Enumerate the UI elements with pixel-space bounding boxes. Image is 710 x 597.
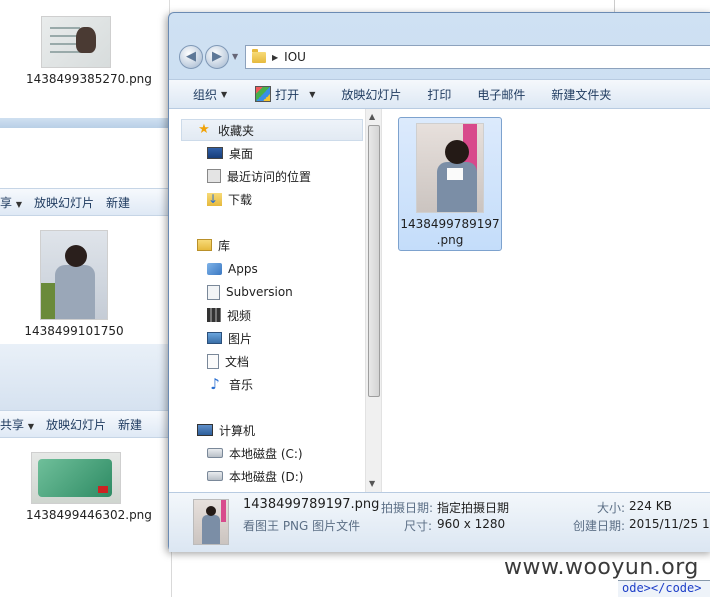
recent-locations-dropdown[interactable]: ▼ bbox=[232, 52, 238, 61]
nav-apps[interactable]: Apps bbox=[207, 258, 258, 280]
new-folder-button[interactable]: 新建文件夹 bbox=[547, 82, 615, 106]
scrollbar-thumb[interactable] bbox=[368, 125, 380, 397]
dimensions-label: 尺寸: bbox=[404, 519, 433, 533]
nav-documents[interactable]: 文档 bbox=[207, 350, 249, 372]
file-extension: .png bbox=[436, 233, 464, 247]
arrow-right-icon: ▶ bbox=[212, 49, 222, 64]
file-name: 1438499446302.png bbox=[26, 508, 152, 522]
file-name: 1438499789197 bbox=[400, 217, 500, 231]
details-filetype: 看图王 PNG 图片文件 bbox=[243, 519, 361, 533]
drive-icon bbox=[207, 448, 223, 458]
open-button[interactable]: 打开 ▼ bbox=[251, 82, 319, 106]
chevron-down-icon: ▼ bbox=[221, 89, 228, 99]
pictures-icon bbox=[207, 332, 222, 344]
arrow-left-icon: ◀ bbox=[186, 49, 196, 64]
star-icon: ★ bbox=[198, 122, 210, 137]
background-file-thumbnail-2[interactable]: 1438499101750 bbox=[24, 230, 124, 339]
address-bar[interactable]: ▶ IOU bbox=[245, 45, 710, 69]
chevron-down-icon: ▼ bbox=[309, 89, 316, 99]
download-folder-icon bbox=[207, 191, 222, 207]
slideshow-button[interactable]: 放映幻灯片 bbox=[46, 416, 106, 433]
background-window-body bbox=[0, 128, 172, 188]
file-thumbnail bbox=[416, 123, 484, 213]
document-icon bbox=[207, 353, 219, 369]
music-note-icon: ♪ bbox=[210, 375, 220, 393]
slideshow-button[interactable]: 放映幻灯片 bbox=[34, 194, 94, 211]
details-pane: 1438499789197.png 看图王 PNG 图片文件 拍摄日期: 指定拍… bbox=[169, 492, 710, 552]
dimensions-value: 960 x 1280 bbox=[437, 517, 506, 531]
email-button[interactable]: 电子邮件 bbox=[473, 82, 529, 106]
scroll-up-icon[interactable]: ▲ bbox=[369, 112, 375, 121]
share-button[interactable]: 共享 ▼ bbox=[0, 416, 34, 433]
code-snippet: ode></code> bbox=[618, 580, 710, 597]
video-icon bbox=[207, 308, 221, 322]
computer-icon bbox=[197, 424, 213, 436]
background-file-thumbnail-3[interactable]: 1438499446302.png bbox=[26, 452, 152, 523]
apps-library-icon bbox=[207, 263, 222, 275]
navigation-pane: ★ 收藏夹 桌面 最近访问的位置 下载 库 Apps bbox=[169, 109, 365, 492]
library-icon bbox=[197, 239, 212, 251]
organize-button[interactable]: 组织 ▼ bbox=[189, 82, 231, 106]
nav-libraries[interactable]: 库 bbox=[197, 234, 230, 256]
nav-disk-c[interactable]: 本地磁盘 (C:) bbox=[207, 442, 303, 464]
new-button[interactable]: 新建 bbox=[118, 416, 142, 433]
desktop-icon bbox=[207, 147, 223, 159]
print-button[interactable]: 打印 bbox=[423, 82, 455, 106]
share-button[interactable]: 享 ▼ bbox=[0, 194, 22, 211]
file-list-pane[interactable]: 1438499789197 .png bbox=[382, 109, 710, 492]
nav-disk-d[interactable]: 本地磁盘 (D:) bbox=[207, 465, 303, 487]
date-taken-label: 拍摄日期: bbox=[381, 501, 434, 515]
watermark: www.wooyun.org bbox=[504, 555, 699, 580]
navigation-scrollbar[interactable]: ▲ ▼ bbox=[365, 109, 382, 492]
bank-card-image bbox=[31, 452, 121, 504]
forward-button[interactable]: ▶ bbox=[205, 45, 229, 69]
details-filename: 1438499789197.png bbox=[243, 497, 380, 512]
nav-computer[interactable]: 计算机 bbox=[197, 419, 255, 441]
background-toolbar-2: 享 ▼ 放映幻灯片 新建 bbox=[0, 188, 172, 216]
nav-videos[interactable]: 视频 bbox=[207, 304, 251, 326]
nav-favorites[interactable]: ★ 收藏夹 bbox=[181, 119, 363, 141]
new-button[interactable]: 新建 bbox=[106, 194, 130, 211]
file-name: 1438499101750 bbox=[24, 324, 124, 338]
address-row: ◀ ▶ ▼ ▶ IOU bbox=[177, 43, 710, 71]
drive-icon bbox=[207, 471, 223, 481]
breadcrumb-separator-icon[interactable]: ▶ bbox=[272, 53, 278, 62]
background-window-divider bbox=[0, 118, 172, 128]
id-card-image bbox=[41, 16, 111, 68]
slideshow-button[interactable]: 放映幻灯片 bbox=[337, 82, 405, 106]
nav-desktop[interactable]: 桌面 bbox=[207, 142, 253, 164]
command-bar: 组织 ▼ 打开 ▼ 放映幻灯片 打印 电子邮件 新建文件夹 bbox=[169, 79, 710, 109]
folder-icon bbox=[252, 48, 266, 63]
back-button[interactable]: ◀ bbox=[179, 45, 203, 69]
document-library-icon bbox=[207, 284, 220, 300]
date-taken-value[interactable]: 指定拍摄日期 bbox=[437, 499, 509, 516]
file-item-selected[interactable]: 1438499789197 .png bbox=[398, 117, 502, 251]
breadcrumb-item[interactable]: IOU bbox=[284, 50, 306, 64]
nav-recent-places[interactable]: 最近访问的位置 bbox=[207, 165, 311, 187]
explorer-window: ◀ ▶ ▼ ▶ IOU 组织 ▼ 打开 ▼ 放映幻灯片 打印 电子邮件 新建文件夹 … bbox=[168, 12, 710, 552]
window-body: ★ 收藏夹 桌面 最近访问的位置 下载 库 Apps bbox=[169, 109, 710, 492]
nav-subversion[interactable]: Subversion bbox=[207, 281, 293, 303]
app-icon bbox=[255, 86, 272, 102]
scroll-down-icon[interactable]: ▼ bbox=[369, 479, 375, 488]
size-label: 大小: bbox=[597, 501, 626, 515]
nav-downloads[interactable]: 下载 bbox=[207, 188, 252, 210]
created-label: 创建日期: bbox=[573, 519, 626, 533]
created-value: 2015/11/25 18 bbox=[629, 517, 710, 531]
nav-music[interactable]: ♪ 音乐 bbox=[207, 373, 253, 395]
recent-places-icon bbox=[207, 169, 221, 183]
nav-pictures[interactable]: 图片 bbox=[207, 327, 252, 349]
photo-image bbox=[40, 230, 108, 320]
file-name: 1438499385270.png bbox=[26, 72, 152, 86]
background-window-divider-2 bbox=[0, 344, 172, 410]
details-thumbnail bbox=[193, 499, 229, 545]
background-toolbar-3: 共享 ▼ 放映幻灯片 新建 bbox=[0, 410, 172, 438]
size-value: 224 KB bbox=[629, 499, 672, 513]
background-file-thumbnail[interactable]: 1438499385270.png bbox=[26, 16, 152, 87]
